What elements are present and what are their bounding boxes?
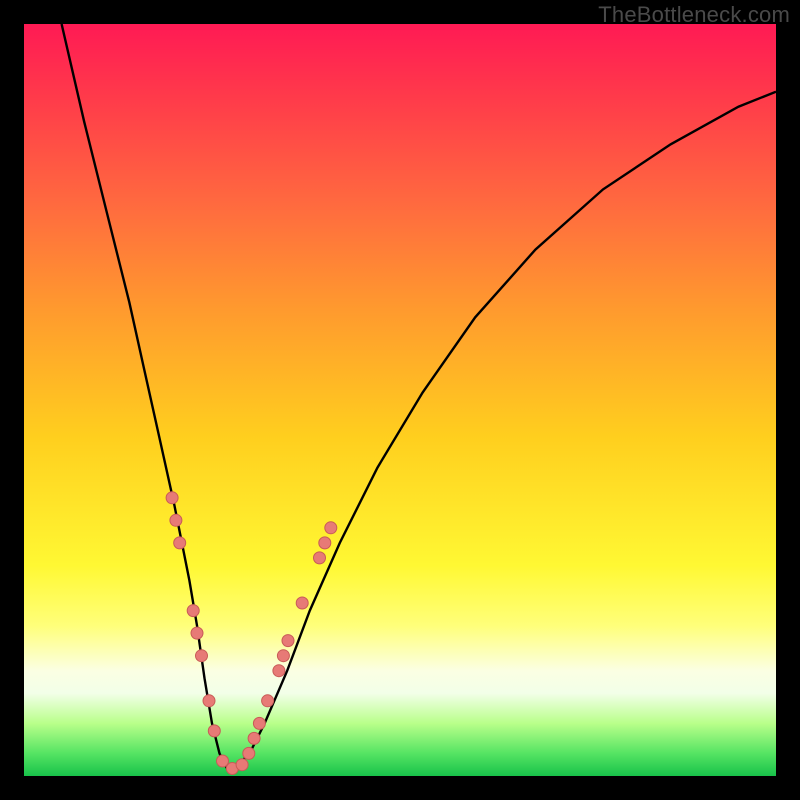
curve-group — [62, 24, 776, 769]
data-marker — [236, 759, 248, 771]
plot-area — [24, 24, 776, 776]
data-marker — [253, 717, 265, 729]
data-marker — [277, 650, 289, 662]
data-marker — [208, 725, 220, 737]
data-marker — [262, 695, 274, 707]
data-marker — [203, 695, 215, 707]
data-marker — [191, 627, 203, 639]
data-marker — [319, 537, 331, 549]
data-marker — [196, 650, 208, 662]
data-marker — [166, 492, 178, 504]
bottleneck-curve-path — [62, 24, 776, 769]
data-marker — [243, 747, 255, 759]
chart-frame: TheBottleneck.com — [0, 0, 800, 800]
marker-group — [166, 492, 337, 775]
bottleneck-curve — [24, 24, 776, 776]
data-marker — [187, 605, 199, 617]
data-marker — [296, 597, 308, 609]
data-marker — [273, 665, 285, 677]
data-marker — [325, 522, 337, 534]
data-marker — [282, 635, 294, 647]
data-marker — [170, 514, 182, 526]
data-marker — [248, 732, 260, 744]
data-marker — [314, 552, 326, 564]
data-marker — [174, 537, 186, 549]
watermark-text: TheBottleneck.com — [598, 2, 790, 28]
